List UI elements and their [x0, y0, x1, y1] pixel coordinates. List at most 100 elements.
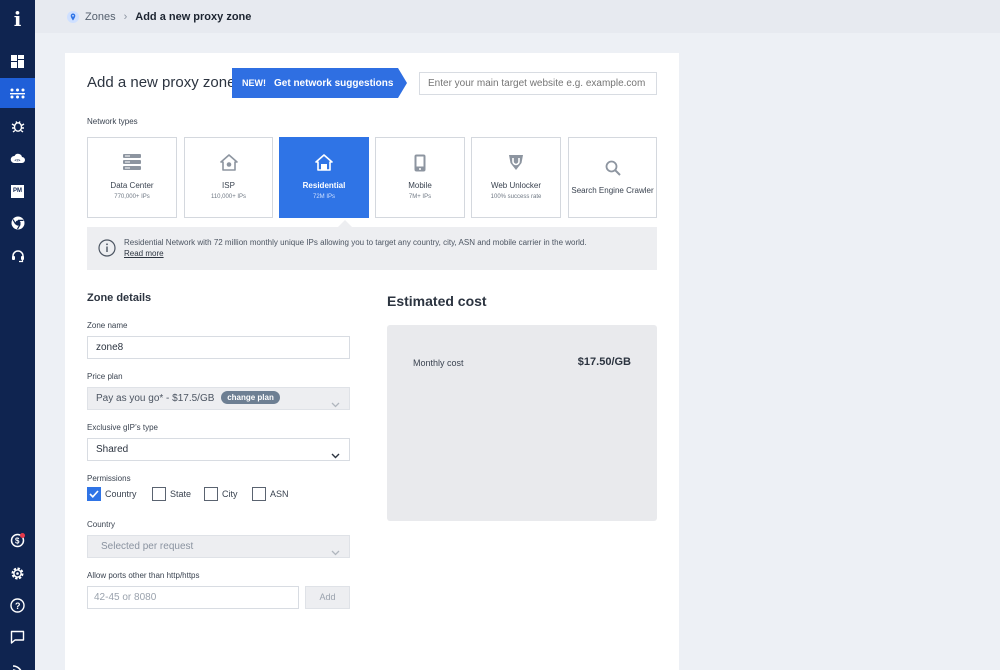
breadcrumb: Zones › Add a new proxy zone	[35, 0, 1000, 33]
permission-label: City	[222, 489, 238, 499]
change-plan-button[interactable]: change plan	[221, 391, 280, 404]
network-types-label: Network types	[87, 117, 138, 126]
logo-icon[interactable]: i	[0, 4, 35, 34]
help-icon: ?	[10, 597, 25, 613]
network-type-sub: 770,000+ IPs	[114, 194, 150, 200]
arrow-right-icon	[398, 68, 407, 98]
checkbox-icon[interactable]	[152, 487, 166, 501]
zone-name-label: Zone name	[87, 321, 128, 330]
network-type-sub: 100% success rate	[490, 194, 542, 200]
network-type-name: Search Engine Crawler	[571, 186, 654, 195]
zone-name-input[interactable]: zone8	[87, 336, 350, 359]
zone-details-title: Zone details	[87, 292, 152, 304]
sidebar-item-scraper[interactable]	[0, 111, 35, 141]
sidebar-item-proxy-manager[interactable]: PM	[0, 176, 35, 206]
support-icon	[11, 250, 24, 263]
country-value: Selected per request	[101, 541, 194, 552]
network-info-banner: Residential Network with 72 million mont…	[87, 220, 657, 270]
network-type-sub: 110,000+ IPs	[210, 194, 247, 200]
target-website-input[interactable]	[419, 72, 657, 95]
permission-label: State	[170, 489, 192, 499]
pm-icon: PM	[11, 184, 24, 198]
price-plan-label: Price plan	[87, 372, 123, 381]
price-plan-select[interactable]: Pay as you go* - $17.5/GB change plan	[87, 387, 350, 410]
network-suggestions-label: NEW! Get network suggestions	[232, 68, 398, 98]
ports-label: Allow ports other than http/https	[87, 571, 200, 580]
settings-icon	[11, 567, 24, 579]
search-icon	[569, 160, 656, 176]
browser-icon	[11, 216, 24, 230]
country-select[interactable]: Selected per request	[87, 535, 350, 558]
network-suggestions-button[interactable]: NEW! Get network suggestions	[232, 68, 407, 98]
monthly-cost-value: $17.50/GB	[577, 356, 631, 368]
permission-country[interactable]: Country	[87, 487, 137, 501]
monthly-cost-label: Monthly cost	[413, 358, 464, 368]
network-type-name: Data Center	[110, 181, 154, 190]
billing-icon: $	[10, 533, 25, 548]
sidebar-item-cloud[interactable]: </>	[0, 143, 35, 173]
info-icon	[98, 239, 116, 262]
proxy-network-icon	[10, 88, 25, 98]
ports-placeholder: 42-45 or 8080	[94, 592, 157, 603]
gip-type-label: Exclusive gIP’s type	[87, 423, 158, 432]
network-type-web-unlocker[interactable]: Web Unlocker 100% success rate	[471, 137, 561, 218]
zone-name-value: zone8	[96, 342, 124, 353]
permission-state[interactable]: State	[152, 487, 191, 501]
info-text: Residential Network with 72 million mont…	[124, 238, 587, 247]
server-icon	[88, 154, 176, 170]
info-notch	[338, 220, 352, 227]
network-type-name: Residential	[302, 181, 346, 190]
feed-icon	[12, 664, 22, 670]
sidebar: i </> PM $ ?	[0, 0, 35, 670]
gip-type-select[interactable]: Shared	[87, 438, 350, 461]
sidebar-item-feed[interactable]	[0, 655, 35, 670]
new-tag: NEW!	[242, 78, 266, 88]
zone-form-card: Add a new proxy zone NEW! Get network su…	[65, 53, 679, 670]
sidebar-item-proxies[interactable]	[0, 78, 35, 108]
network-type-mobile[interactable]: Mobile 7M+ IPs	[375, 137, 465, 218]
svg-text:$: $	[15, 537, 20, 546]
read-more-link[interactable]: Read more	[124, 249, 164, 258]
estimated-cost-panel: Monthly cost $17.50/GB	[387, 325, 657, 521]
permission-label: Country	[105, 489, 137, 499]
sidebar-item-dashboard[interactable]	[0, 46, 35, 76]
chevron-down-icon	[331, 446, 340, 467]
house-icon	[280, 154, 368, 171]
gip-type-value: Shared	[96, 444, 129, 455]
permission-city[interactable]: City	[204, 487, 238, 501]
sidebar-item-settings[interactable]	[0, 558, 35, 588]
permissions-label: Permissions	[87, 474, 131, 483]
sidebar-item-browser[interactable]	[0, 208, 35, 238]
add-port-button[interactable]: Add	[305, 586, 350, 609]
sidebar-item-help[interactable]: ?	[0, 590, 35, 620]
breadcrumb-current: Add a new proxy zone	[135, 10, 252, 23]
chat-icon	[10, 630, 25, 644]
network-type-search-engine-crawler[interactable]: Search Engine Crawler	[568, 137, 657, 218]
svg-text:?: ?	[15, 601, 21, 611]
breadcrumb-separator-icon: ›	[123, 10, 128, 23]
checkbox-icon[interactable]	[252, 487, 266, 501]
sidebar-item-chat[interactable]	[0, 622, 35, 652]
permission-label: ASN	[270, 489, 289, 499]
mobile-icon	[376, 154, 464, 172]
network-type-residential[interactable]: Residential 72M IPs	[279, 137, 369, 218]
breadcrumb-zones-link[interactable]: Zones	[85, 11, 116, 23]
checkbox-icon[interactable]	[204, 487, 218, 501]
bug-icon	[11, 121, 24, 133]
suggestions-text: Get network suggestions	[274, 77, 394, 89]
cloud-icon: </>	[10, 153, 25, 163]
sidebar-item-billing[interactable]: $	[0, 525, 35, 555]
network-type-data-center[interactable]: Data Center 770,000+ IPs	[87, 137, 177, 218]
sidebar-item-support[interactable]	[0, 241, 35, 271]
network-type-sub: 72M IPs	[312, 194, 335, 200]
unlock-shield-icon	[472, 154, 560, 171]
network-type-isp[interactable]: ISP 110,000+ IPs	[184, 137, 273, 218]
chevron-down-icon	[331, 395, 340, 416]
isp-home-icon	[185, 154, 272, 171]
location-pin-icon	[67, 10, 79, 23]
network-type-sub: 7M+ IPs	[408, 194, 432, 200]
ports-input[interactable]: 42-45 or 8080	[87, 586, 299, 609]
checkbox-checked-icon[interactable]	[87, 487, 101, 501]
permission-asn[interactable]: ASN	[252, 487, 289, 501]
page-title: Add a new proxy zone	[87, 74, 236, 91]
